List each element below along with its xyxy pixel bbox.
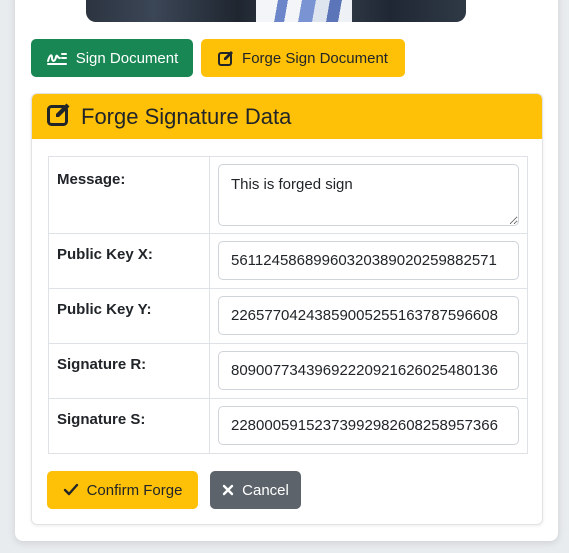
confirm-forge-label: Confirm Forge <box>86 481 183 499</box>
table-row: Public Key X: <box>48 233 528 289</box>
table-row: Message: This is forged sign <box>48 156 528 234</box>
forge-sign-document-button[interactable]: Forge Sign Document <box>201 39 405 77</box>
signature-data-table: Message: This is forged sign Public Key … <box>48 156 528 454</box>
edit-icon <box>218 50 234 66</box>
profile-photo <box>86 0 466 22</box>
table-row: Signature S: <box>48 398 528 454</box>
cancel-label: Cancel <box>242 481 289 499</box>
edit-icon <box>47 102 71 132</box>
signature-r-field[interactable] <box>218 351 519 390</box>
signature-s-label: Signature S: <box>48 398 210 454</box>
public-key-y-field[interactable] <box>218 296 519 335</box>
signature-s-field[interactable] <box>218 406 519 445</box>
message-label: Message: <box>48 156 210 234</box>
photo-shirt-detail <box>256 0 352 22</box>
forge-signature-panel: Forge Signature Data Message: This is fo… <box>31 93 543 525</box>
table-row: Public Key Y: <box>48 288 528 344</box>
check-icon <box>63 483 79 497</box>
signature-r-label: Signature R: <box>48 343 210 399</box>
public-key-x-label: Public Key X: <box>48 233 210 289</box>
message-field[interactable]: This is forged sign <box>218 164 519 226</box>
table-row: Signature R: <box>48 343 528 399</box>
close-icon <box>222 484 234 496</box>
forge-sign-document-label: Forge Sign Document <box>242 49 388 67</box>
confirm-forge-button[interactable]: Confirm Forge <box>47 471 198 509</box>
sign-document-button[interactable]: Sign Document <box>31 39 193 77</box>
panel-title: Forge Signature Data <box>81 103 292 129</box>
cancel-button[interactable]: Cancel <box>210 471 301 509</box>
panel-header: Forge Signature Data <box>32 94 542 139</box>
public-key-x-field[interactable] <box>218 241 519 280</box>
signature-icon <box>46 50 68 66</box>
sign-document-label: Sign Document <box>75 49 179 67</box>
public-key-y-label: Public Key Y: <box>48 288 210 344</box>
